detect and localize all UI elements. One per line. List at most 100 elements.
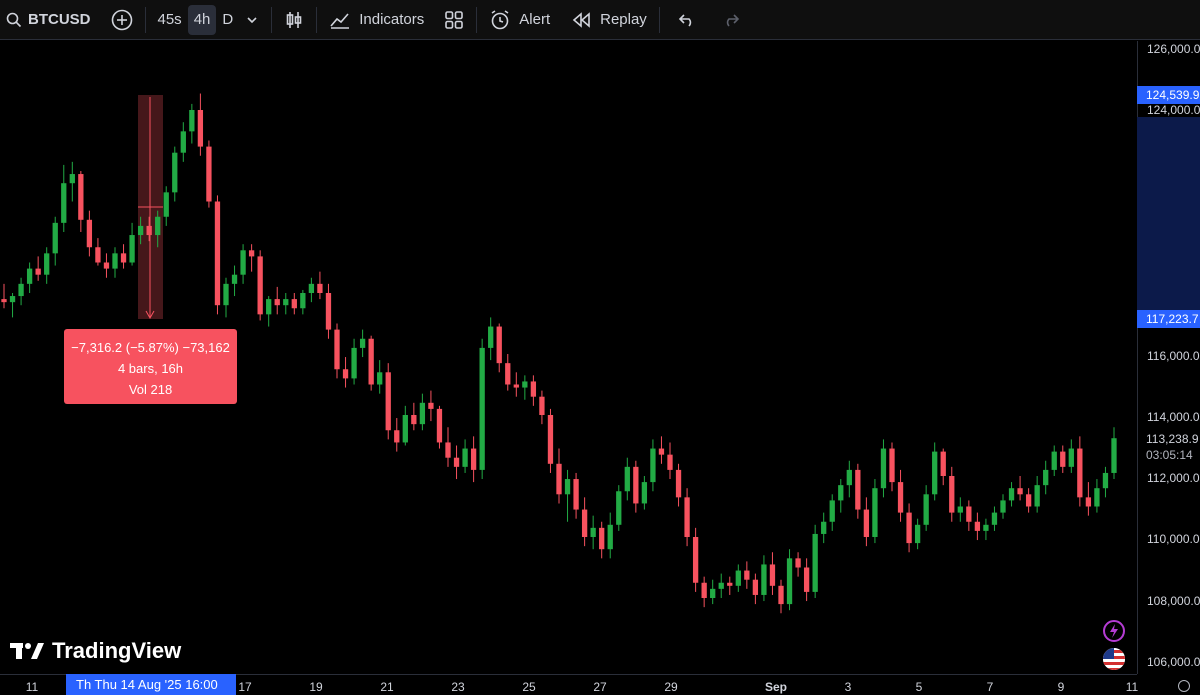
candle — [103, 253, 110, 278]
candle — [923, 485, 929, 531]
candle — [462, 439, 468, 473]
settings-gear-icon[interactable] — [1178, 680, 1190, 692]
candle — [78, 171, 84, 232]
timeframe-4h[interactable]: 4h — [187, 4, 217, 35]
candle — [274, 286, 280, 315]
candle — [248, 244, 255, 272]
time-tick: 23 — [451, 680, 465, 694]
candle — [52, 216, 58, 266]
candle — [803, 558, 810, 602]
candle — [1077, 436, 1083, 507]
candle — [872, 479, 878, 544]
measure-change: −7,316.2 (−5.87%) −73,162 — [71, 340, 230, 355]
candle — [710, 579, 716, 605]
candle — [1008, 482, 1015, 507]
replay-label: Replay — [600, 11, 647, 28]
candle — [752, 573, 759, 605]
toolbar-divider — [658, 6, 660, 33]
candle — [300, 289, 306, 315]
candle — [701, 576, 707, 608]
candle — [556, 448, 562, 504]
candle — [966, 500, 972, 531]
candle — [932, 442, 938, 501]
tradingview-logo: TradingView — [10, 638, 181, 664]
symbol-label: BTCUSD — [28, 11, 91, 28]
bar-countdown: 03:05:14 — [1146, 448, 1193, 462]
measure-price-range — [1137, 117, 1200, 310]
alert-button[interactable]: Alert — [483, 5, 556, 35]
measure-tooltip: −7,316.2 (−5.87%) −73,162 4 bars, 16h Vo… — [64, 329, 237, 404]
candle — [112, 247, 118, 278]
candle — [18, 277, 24, 306]
timeframe-45s[interactable]: 45s — [152, 5, 188, 35]
undo-icon — [678, 13, 691, 27]
candle — [949, 466, 955, 522]
candle — [1094, 479, 1100, 513]
candle — [470, 436, 477, 483]
time-tick: 7 — [986, 680, 994, 694]
candle — [308, 277, 315, 303]
candle — [855, 463, 861, 519]
crosshair-time-label: Th Thu 14 Aug '25 16:00 — [66, 674, 236, 695]
candle — [206, 140, 212, 208]
candle — [513, 372, 519, 397]
candle — [564, 469, 571, 522]
candle — [402, 405, 408, 446]
candle — [35, 256, 41, 281]
candle — [1025, 488, 1032, 513]
candle — [342, 357, 349, 388]
candle — [26, 262, 33, 293]
redo-button[interactable] — [716, 5, 746, 35]
replay-button[interactable]: Replay — [566, 5, 653, 35]
candle — [283, 293, 289, 315]
candle — [624, 457, 630, 501]
candle — [214, 195, 221, 315]
candle — [539, 390, 545, 425]
us-flag-icon[interactable] — [1103, 648, 1125, 670]
time-tick: 29 — [664, 680, 678, 694]
candle — [1043, 460, 1049, 495]
candle — [445, 427, 451, 467]
candle — [616, 485, 622, 531]
price-label: 126,000.0 — [1147, 42, 1200, 56]
candle — [846, 460, 852, 498]
candle — [641, 476, 648, 510]
chart-type-button[interactable] — [278, 5, 310, 35]
measure-volume: Vol 218 — [128, 382, 173, 397]
candle — [1000, 494, 1006, 519]
candle — [385, 363, 391, 440]
candle — [675, 463, 682, 507]
indicators-button[interactable]: Indicators — [323, 5, 430, 35]
symbol-search[interactable]: BTCUSD — [0, 5, 97, 35]
candle — [163, 186, 169, 226]
price-label: 114,000.0 — [1147, 409, 1200, 424]
candle — [838, 479, 844, 513]
undo-button[interactable] — [672, 5, 702, 35]
alarm-clock-icon — [491, 9, 509, 29]
layouts-button[interactable] — [438, 5, 470, 35]
candle — [411, 402, 417, 431]
lightning-icon[interactable] — [1103, 620, 1125, 642]
candle — [692, 527, 699, 592]
candle — [914, 518, 921, 550]
candle — [351, 338, 357, 385]
candle — [769, 552, 776, 595]
indicators-icon — [330, 12, 350, 29]
plus-circle-icon — [111, 9, 132, 30]
candle — [889, 442, 895, 492]
candle — [906, 503, 912, 553]
candle — [180, 122, 186, 162]
candle — [1017, 476, 1023, 501]
timeframe-dropdown[interactable] — [239, 5, 265, 35]
price-label: 112,000.0 — [1147, 471, 1200, 486]
candle — [1111, 427, 1117, 480]
compare-symbol-button[interactable] — [105, 5, 139, 35]
timeframe-d[interactable]: D — [216, 5, 239, 35]
last-price-label: 113,238.9 — [1146, 432, 1199, 446]
top-toolbar: BTCUSD 45s 4h D Indicators Alert Replay — [0, 0, 1200, 40]
candle — [317, 271, 323, 300]
candle — [436, 405, 443, 449]
candle — [940, 448, 946, 486]
candle — [266, 296, 272, 327]
candle — [1085, 482, 1092, 516]
